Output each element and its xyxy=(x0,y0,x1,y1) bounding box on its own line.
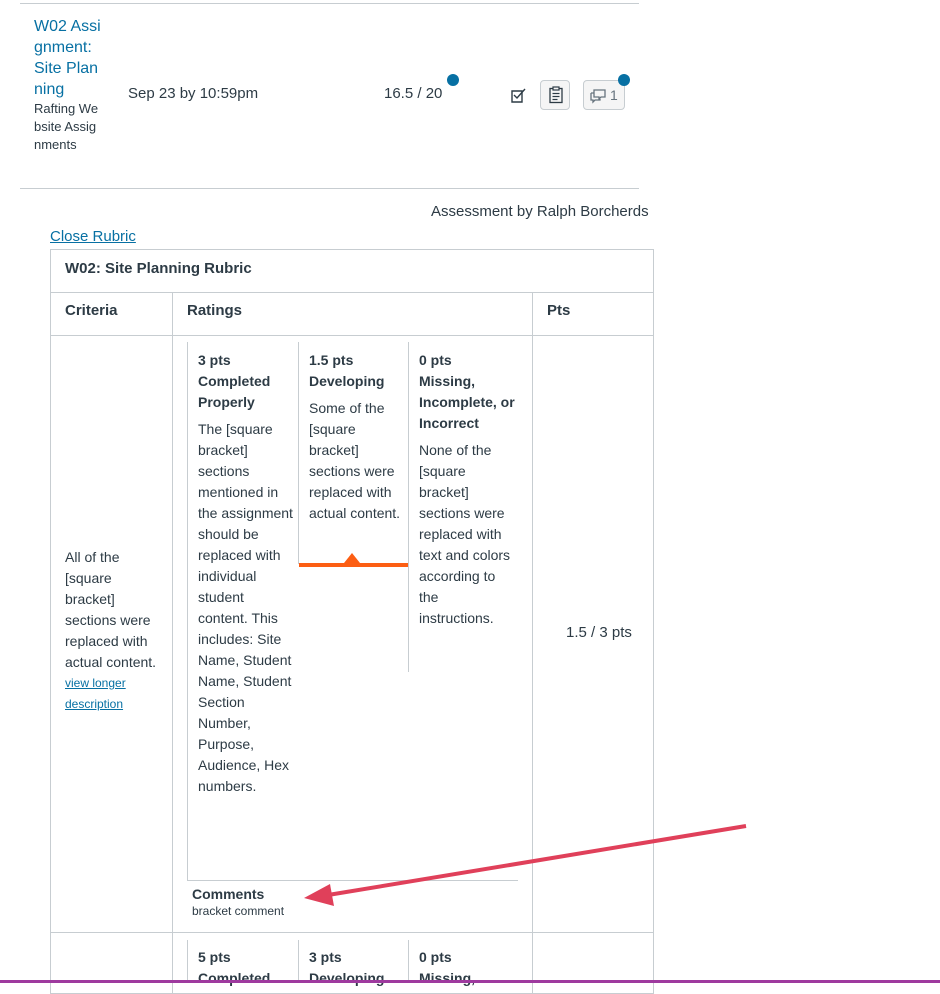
annotation-arrow xyxy=(304,824,747,906)
annotation-arrow-head xyxy=(304,884,334,906)
annotation-arrow-line xyxy=(321,824,747,898)
